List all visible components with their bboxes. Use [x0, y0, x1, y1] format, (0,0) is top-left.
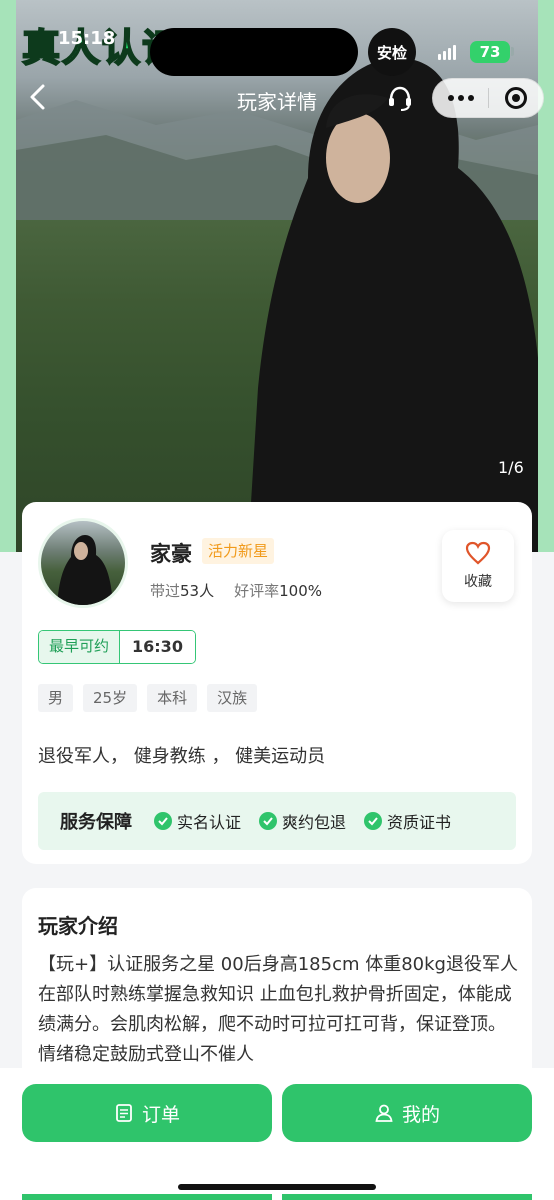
- guarantee-item: 资质证书: [364, 809, 451, 833]
- level-tag: 活力新星: [202, 538, 275, 564]
- service-guarantee: 服务保障 实名认证 爽约包退 资质证书: [38, 792, 516, 850]
- orders-button[interactable]: 订单: [22, 1084, 272, 1142]
- check-icon: [364, 812, 383, 830]
- earliest-available: 最早可约 16:30: [38, 630, 196, 664]
- order-list-icon: [116, 1104, 132, 1122]
- dynamic-island: [150, 28, 358, 76]
- player-stats: 带过53人 好评率100%: [150, 580, 322, 601]
- close-icon[interactable]: [489, 78, 543, 118]
- security-badge[interactable]: 安检: [368, 28, 416, 76]
- check-icon: [259, 812, 278, 830]
- signal-icon: [438, 44, 456, 60]
- battery-tip: [511, 47, 514, 56]
- mine-label: 我的: [401, 1103, 440, 1126]
- hero-photo-section: 真人认证 ✈ 15:18 安检 73 玩家详情 1/6: [0, 0, 554, 552]
- headset-icon[interactable]: [386, 84, 414, 112]
- guarantee-item: 实名认证: [154, 809, 241, 833]
- nav-bar: 玩家详情: [0, 72, 554, 124]
- attribute-tags: 男 25岁 本科 汉族: [38, 684, 258, 712]
- orders-label: 订单: [141, 1103, 180, 1126]
- person-silhouette: [248, 58, 538, 552]
- heart-icon: [465, 541, 491, 565]
- home-indicator: [178, 1184, 376, 1190]
- mine-button-edge: [282, 1194, 532, 1200]
- avatar[interactable]: [38, 518, 128, 608]
- intro-card: 玩家介绍 【玩+】认证服务之星 00后身高185cm 体重80kg退役军人 在部…: [22, 888, 532, 1088]
- rating-stat: 好评率100%: [234, 582, 323, 600]
- guarantee-item: 爽约包退: [259, 809, 346, 833]
- orders-button-edge: [22, 1194, 272, 1200]
- check-icon: [154, 812, 172, 830]
- tag-ethnicity: 汉族: [207, 684, 258, 712]
- bottom-action-bar: 订单 我的: [0, 1068, 554, 1200]
- player-name: 家豪: [150, 542, 192, 566]
- favorite-label: 收藏: [464, 574, 492, 590]
- miniapp-capsule: [432, 78, 544, 118]
- photo-counter: 1/6: [498, 458, 524, 477]
- earliest-label: 最早可约: [39, 631, 121, 663]
- avatar-person-silhouette: [57, 535, 113, 605]
- intro-text: 【玩+】认证服务之星 00后身高185cm 体重80kg退役军人 在部队时熟练掌…: [38, 954, 518, 1065]
- guarantee-title: 服务保障: [60, 812, 132, 833]
- tag-gender: 男: [38, 684, 74, 712]
- bio-line: 退役军人， 健身教练 ， 健美运动员: [38, 746, 326, 767]
- earliest-time: 16:30: [120, 631, 195, 663]
- tag-age: 25岁: [83, 684, 138, 712]
- status-bar: 15:18 安检 73: [0, 14, 554, 76]
- back-icon[interactable]: [24, 82, 54, 112]
- battery-indicator: 73: [470, 41, 510, 63]
- status-time: 15:18: [58, 28, 116, 49]
- served-stat: 带过53人: [150, 582, 215, 600]
- more-icon[interactable]: [433, 78, 488, 118]
- intro-title: 玩家介绍: [38, 914, 118, 938]
- page-title: 玩家详情: [237, 90, 317, 114]
- mine-button[interactable]: 我的: [282, 1084, 532, 1142]
- person-icon: [375, 1104, 393, 1122]
- tag-education: 本科: [147, 684, 198, 712]
- profile-card: 家豪 活力新星 带过53人 好评率100% 收藏 最早可约 16:30 男 25…: [22, 502, 532, 864]
- favorite-button[interactable]: 收藏: [442, 530, 514, 602]
